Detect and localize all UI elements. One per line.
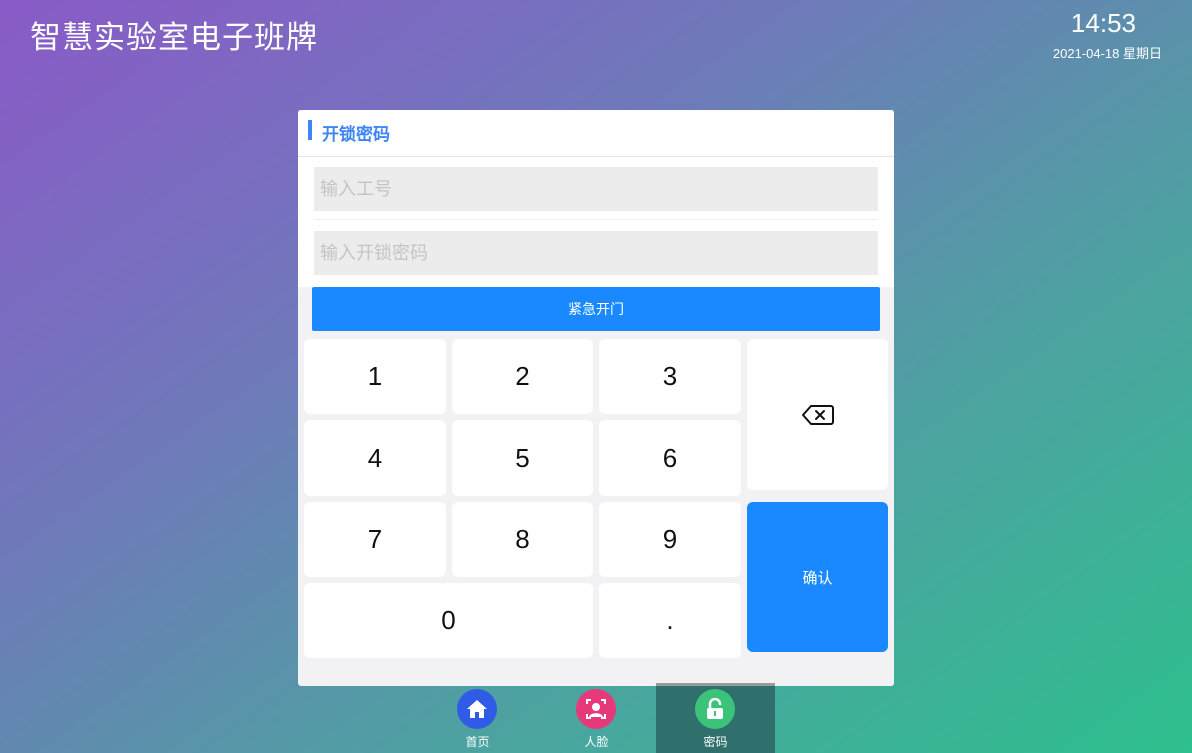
face-icon (576, 689, 616, 729)
unlock-icon (695, 689, 735, 729)
unlock-password-input[interactable] (314, 231, 878, 275)
app-title: 智慧实验室电子班牌 (30, 20, 318, 55)
backspace-key[interactable] (747, 339, 888, 490)
key-0[interactable]: 0 (304, 583, 593, 658)
nav-face[interactable]: 人脸 (537, 683, 656, 753)
nav-password-label: 密码 (703, 735, 728, 749)
employee-id-input[interactable] (314, 167, 878, 211)
key-2[interactable]: 2 (452, 339, 593, 414)
field-divider (314, 219, 878, 220)
backspace-icon (801, 404, 834, 425)
confirm-button[interactable]: 确认 (747, 502, 888, 652)
home-icon (457, 689, 497, 729)
unlock-password-panel: 开锁密码 紧急开门 1 2 3 4 5 6 7 8 9 确认 0 . (298, 110, 894, 686)
key-3[interactable]: 3 (599, 339, 741, 414)
key-6[interactable]: 6 (599, 420, 741, 496)
key-dot[interactable]: . (599, 583, 741, 658)
nav-password[interactable]: 密码 (656, 683, 775, 753)
input-area (298, 157, 894, 287)
key-9[interactable]: 9 (599, 502, 741, 577)
nav-face-label: 人脸 (584, 735, 609, 749)
nav-home-label: 首页 (465, 735, 490, 749)
key-1[interactable]: 1 (304, 339, 446, 414)
title-accent-bar (308, 120, 312, 140)
bottom-nav: 首页 人脸 密码 (418, 683, 775, 753)
clock-time: 14:53 (1070, 8, 1136, 38)
key-5[interactable]: 5 (452, 420, 593, 496)
key-4[interactable]: 4 (304, 420, 446, 496)
key-8[interactable]: 8 (452, 502, 593, 577)
key-7[interactable]: 7 (304, 502, 446, 577)
nav-home[interactable]: 首页 (418, 683, 537, 753)
panel-title: 开锁密码 (322, 125, 390, 144)
emergency-open-button[interactable]: 紧急开门 (312, 287, 880, 331)
clock-date: 2021-04-18 星期日 (1052, 46, 1162, 61)
panel-header: 开锁密码 (298, 110, 894, 157)
